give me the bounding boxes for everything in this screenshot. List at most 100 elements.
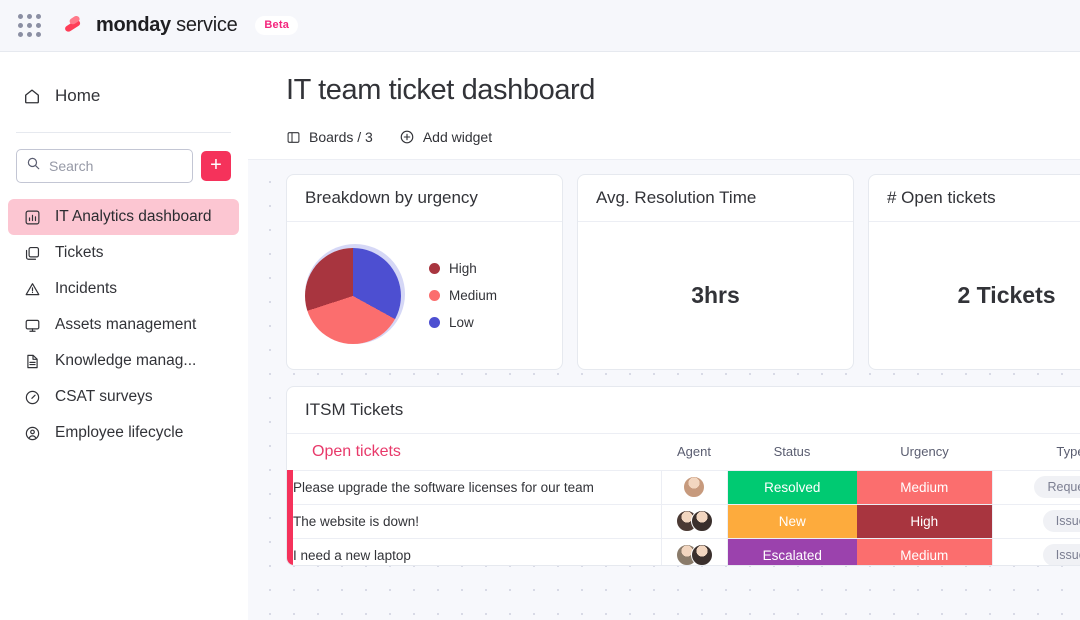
widget-header: ITSM Tickets — [287, 387, 1080, 434]
agent-cell[interactable] — [661, 504, 727, 538]
sidebar-item-knowledge-management[interactable]: Knowledge manag... — [8, 343, 239, 379]
stat-body: 3hrs — [578, 222, 853, 369]
app-grid-icon[interactable] — [18, 14, 41, 37]
add-board-button[interactable]: + — [201, 151, 231, 181]
legend-label: Medium — [449, 288, 497, 303]
avatar — [691, 510, 713, 532]
sidebar-item-it-analytics-dashboard[interactable]: IT Analytics dashboard — [8, 199, 239, 235]
page-toolbar: Boards / 3 Add widget — [286, 129, 1080, 159]
sidebar-item-tickets[interactable]: Tickets — [8, 235, 239, 271]
top-bar: monday service Beta — [0, 0, 1080, 52]
urgency-cell[interactable]: Medium — [857, 470, 992, 504]
type-cell[interactable]: Issue — [992, 504, 1080, 538]
widget-header: Breakdown by urgency — [287, 175, 562, 222]
sidebar-item-assets-management[interactable]: Assets management — [8, 307, 239, 343]
column-header-urgency[interactable]: Urgency — [857, 434, 992, 470]
page-header: IT team ticket dashboard Boards / 3 — [248, 52, 1080, 159]
sidebar-item-label: Employee lifecycle — [55, 424, 183, 442]
legend-item[interactable]: Medium — [429, 288, 497, 303]
table-body: Please upgrade the software licenses for… — [290, 470, 1080, 566]
brand-name: monday service — [96, 14, 237, 37]
add-widget-label: Add widget — [423, 129, 492, 145]
agent-cell[interactable] — [661, 470, 727, 504]
add-widget-button[interactable]: Add widget — [399, 129, 492, 145]
sidebar-item-incidents[interactable]: Incidents — [8, 271, 239, 307]
sidebar: Home + — [0, 52, 248, 620]
pie-legend: High Medium Low — [429, 261, 497, 330]
ticket-title-cell[interactable]: The website is down! — [290, 504, 661, 538]
status-cell[interactable]: Escalated — [727, 538, 857, 566]
legend-color-dot — [429, 317, 440, 328]
urgency-cell[interactable]: Medium — [857, 538, 992, 566]
type-chip: Request — [1034, 476, 1080, 498]
app-root: monday service Beta Home — [0, 0, 1080, 620]
home-icon — [22, 86, 42, 106]
warning-triangle-icon — [22, 279, 42, 299]
stat-body: 2 Tickets — [869, 222, 1080, 369]
sidebar-item-label: Tickets — [55, 244, 104, 262]
widget-avg-resolution-time[interactable]: Avg. Resolution Time 3hrs — [577, 174, 854, 370]
open-tickets-value: 2 Tickets — [957, 282, 1055, 309]
sidebar-nav-list: IT Analytics dashboard Tickets — [0, 197, 247, 451]
sidebar-item-csat-surveys[interactable]: CSAT surveys — [8, 379, 239, 415]
urgency-cell[interactable]: High — [857, 504, 992, 538]
legend-item[interactable]: High — [429, 261, 497, 276]
legend-color-dot — [429, 263, 440, 274]
type-chip: Issue — [1043, 544, 1080, 566]
type-cell[interactable]: Issue — [992, 538, 1080, 566]
sidebar-divider — [16, 132, 231, 133]
widget-open-tickets-count[interactable]: # Open tickets 2 Tickets — [868, 174, 1080, 370]
legend-color-dot — [429, 290, 440, 301]
widget-header: # Open tickets — [869, 175, 1080, 222]
sidebar-item-employee-lifecycle[interactable]: Employee lifecycle — [8, 415, 239, 451]
beta-badge: Beta — [255, 16, 298, 35]
agent-cell[interactable] — [661, 538, 727, 566]
legend-label: High — [449, 261, 477, 276]
widget-title: Avg. Resolution Time — [596, 188, 756, 208]
table-row[interactable]: Please upgrade the software licenses for… — [290, 470, 1080, 504]
table-row[interactable]: I need a new laptop EscalatedMedium Issue — [290, 538, 1080, 566]
column-header-agent[interactable]: Agent — [661, 434, 727, 470]
gauge-icon — [22, 387, 42, 407]
ticket-title-cell[interactable]: I need a new laptop — [290, 538, 661, 566]
sidebar-item-home[interactable]: Home — [8, 78, 239, 114]
widget-title: Breakdown by urgency — [305, 188, 478, 208]
sidebar-item-label: Assets management — [55, 316, 196, 334]
status-cell[interactable]: New — [727, 504, 857, 538]
monday-logo-icon — [61, 13, 87, 39]
search-input[interactable] — [49, 158, 183, 174]
status-cell[interactable]: Resolved — [727, 470, 857, 504]
document-icon — [22, 351, 42, 371]
boards-stack-icon — [22, 243, 42, 263]
avatar — [683, 476, 705, 498]
search-box[interactable] — [16, 149, 193, 183]
person-circle-icon — [22, 423, 42, 443]
body: Home + — [0, 52, 1080, 620]
page-title: IT team ticket dashboard — [286, 74, 1080, 107]
sidebar-item-home-label: Home — [55, 86, 100, 106]
pie-chart-body: High Medium Low — [287, 222, 562, 369]
brand-monday: monday — [96, 14, 171, 36]
widget-breakdown-by-urgency[interactable]: Breakdown by urgency High Medium Low — [286, 174, 563, 370]
widget-itsm-tickets[interactable]: ITSM Tickets Open tickets Agent Status U… — [286, 386, 1080, 566]
sidebar-item-label: Knowledge manag... — [55, 352, 196, 370]
brand[interactable]: monday service Beta — [61, 13, 298, 39]
avatar-group — [662, 510, 727, 532]
sidebar-item-label: Incidents — [55, 280, 117, 298]
column-header-status[interactable]: Status — [727, 434, 857, 470]
column-header-type[interactable]: Type — [992, 434, 1080, 470]
tickets-table: Open tickets Agent Status Urgency Type P… — [287, 434, 1080, 566]
boards-count-button[interactable]: Boards / 3 — [286, 129, 373, 145]
avatar-group — [662, 544, 727, 566]
ticket-title-cell[interactable]: Please upgrade the software licenses for… — [290, 470, 661, 504]
pie-chart — [305, 248, 401, 344]
dashboard-canvas: Breakdown by urgency HighMediumLow Avg. … — [248, 159, 1080, 620]
search-icon — [26, 156, 41, 176]
table-header: Open tickets Agent Status Urgency Type — [290, 434, 1080, 470]
table-row[interactable]: The website is down! NewHighIssue — [290, 504, 1080, 538]
plus-circle-icon — [399, 129, 415, 145]
bar-chart-icon — [22, 207, 42, 227]
type-cell[interactable]: Request — [992, 470, 1080, 504]
sidebar-item-label: IT Analytics dashboard — [55, 208, 212, 226]
legend-item[interactable]: Low — [429, 315, 497, 330]
